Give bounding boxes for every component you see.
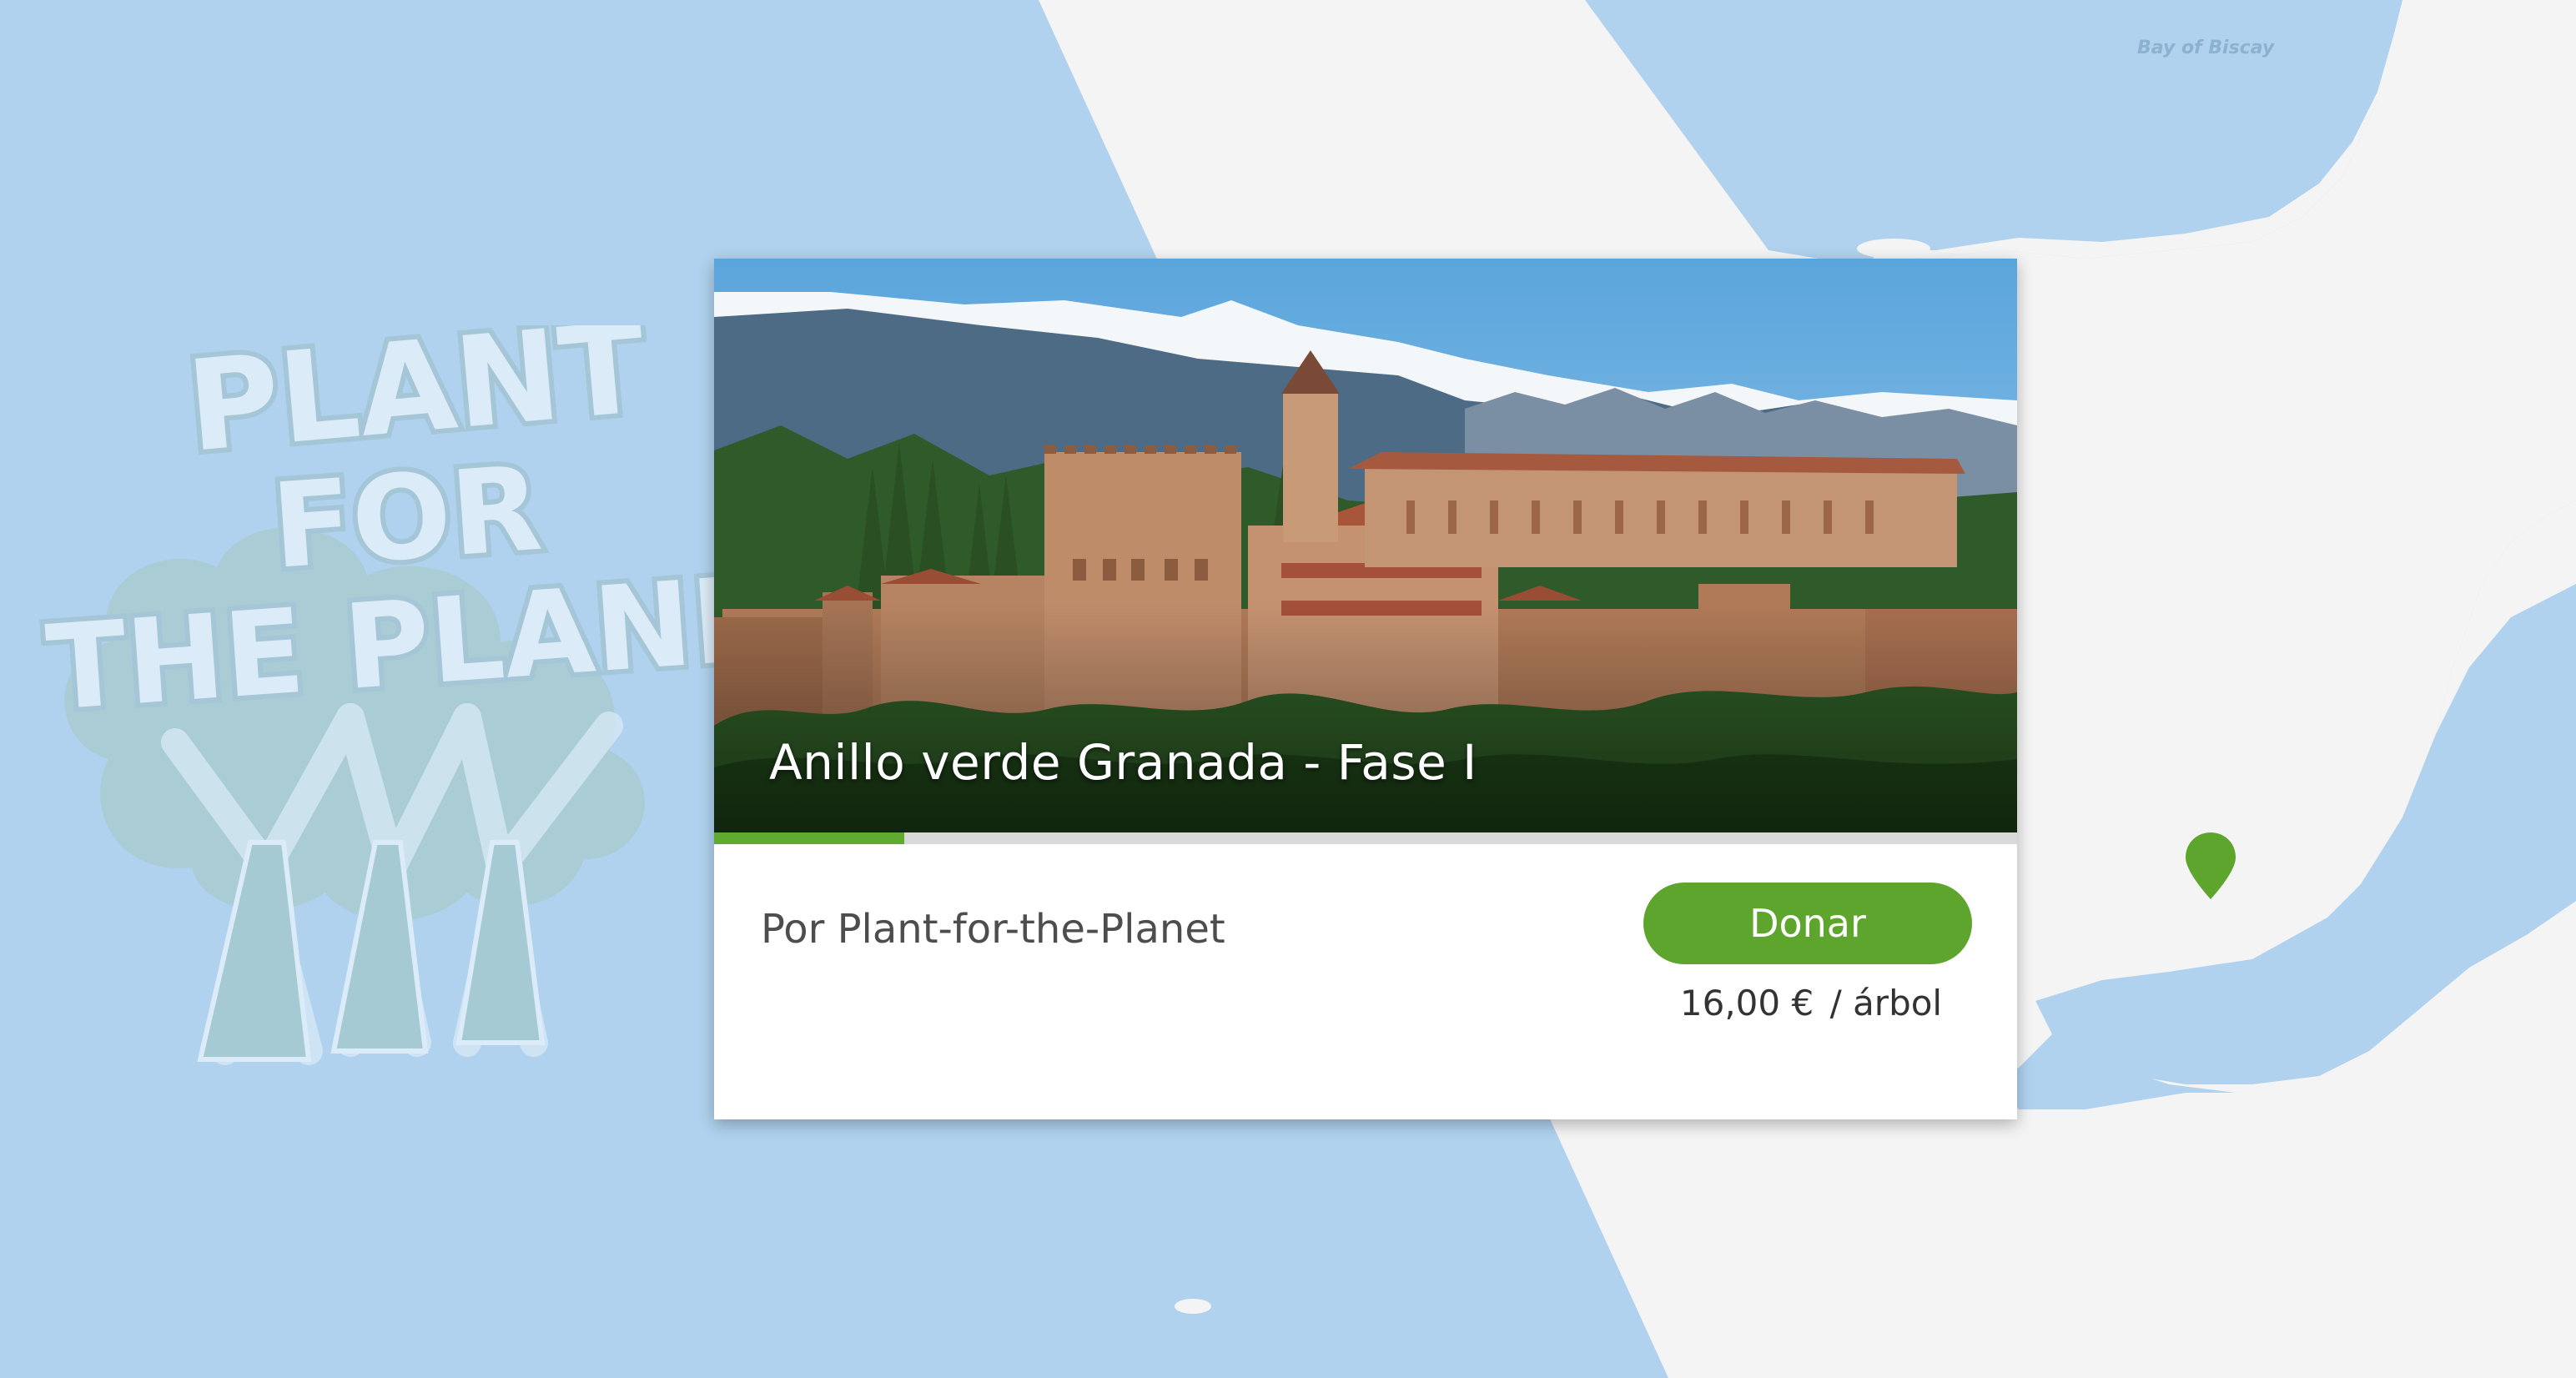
alhambra-photo: Anillo verde Granada - Fase I [714,259,2017,832]
funding-progress-bar [714,832,2017,844]
donate-button[interactable]: Donar [1643,883,1972,964]
project-card[interactable]: Anillo verde Granada - Fase I Por Plant-… [714,259,2017,1119]
plant-for-the-planet-logo: PLANT FOR THE PLANET [38,325,734,1065]
project-owner: Por Plant-for-the-Planet [761,906,1225,953]
funding-progress-fill [714,832,905,844]
price-value: 16,00 € [1679,983,1814,1023]
map-pin-icon[interactable] [2184,831,2237,901]
bay-of-biscay-label: Bay of Biscay [2137,38,2275,58]
price-unit: / árbol [1829,983,1943,1023]
project-title[interactable]: Anillo verde Granada - Fase I [769,734,1477,791]
price-per-tree: 16,00 € / árbol [1673,983,1949,1023]
